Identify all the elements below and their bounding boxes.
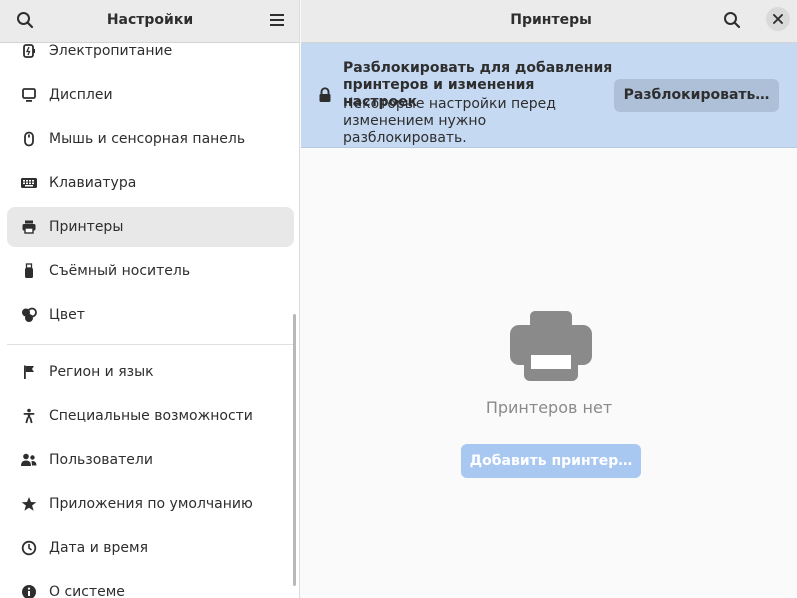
- star-icon: [20, 495, 38, 513]
- sidebar-item-label: Дисплеи: [49, 87, 113, 103]
- clock-icon: [20, 539, 38, 557]
- sidebar-item-label: Клавиатура: [49, 175, 137, 191]
- empty-state-label: Принтеров нет: [485, 398, 613, 417]
- sidebar-item-label: О системе: [49, 584, 125, 598]
- sidebar: Настройки Электропитание Дисплеи Мышь и …: [0, 0, 300, 598]
- unlock-button[interactable]: Разблокировать…: [614, 79, 779, 112]
- search-icon[interactable]: [718, 6, 746, 34]
- sidebar-item-printers[interactable]: Принтеры: [7, 207, 294, 247]
- sidebar-item-color[interactable]: Цвет: [7, 295, 294, 335]
- unlock-banner: Разблокировать для добавления принтеров …: [301, 43, 797, 148]
- sidebar-item-users[interactable]: Пользователи: [7, 440, 294, 480]
- mouse-icon: [20, 130, 38, 148]
- sidebar-item-label: Принтеры: [49, 219, 124, 235]
- page-title: Принтеры: [510, 12, 592, 28]
- printer-icon: [20, 218, 38, 236]
- accessibility-icon: [20, 407, 38, 425]
- main-header: Принтеры: [301, 0, 797, 43]
- sidebar-item-region-language[interactable]: Регион и язык: [7, 352, 294, 392]
- sidebar-item-keyboard[interactable]: Клавиатура: [7, 163, 294, 203]
- sidebar-item-label: Мышь и сенсорная панель: [49, 131, 246, 147]
- sidebar-item-default-apps[interactable]: Приложения по умолчанию: [7, 484, 294, 524]
- sidebar-item-power[interactable]: Электропитание: [7, 31, 294, 71]
- sidebar-item-label: Пользователи: [49, 452, 153, 468]
- main-panel: Принтеры Разблокировать для добавления п…: [301, 0, 797, 598]
- lock-icon: [319, 87, 331, 102]
- printer-icon: [510, 311, 592, 381]
- sidebar-item-removable-media[interactable]: Съёмный носитель: [7, 251, 294, 291]
- search-icon[interactable]: [11, 6, 39, 34]
- sidebar-item-label: Съёмный носитель: [49, 263, 191, 279]
- sidebar-item-label: Приложения по умолчанию: [49, 496, 253, 512]
- info-icon: [20, 583, 38, 598]
- sidebar-item-mouse[interactable]: Мышь и сенсорная панель: [7, 119, 294, 159]
- add-printer-button[interactable]: Добавить принтер…: [461, 444, 641, 478]
- sidebar-item-about[interactable]: О системе: [7, 572, 294, 598]
- close-icon[interactable]: [766, 7, 790, 31]
- sidebar-divider: [7, 344, 294, 345]
- power-icon: [20, 42, 38, 60]
- sidebar-item-date-time[interactable]: Дата и время: [7, 528, 294, 568]
- sidebar-item-label: Регион и язык: [49, 364, 154, 380]
- flag-icon: [20, 363, 38, 381]
- color-icon: [20, 306, 38, 324]
- empty-state: Принтеров нет Добавить принтер…: [301, 148, 797, 598]
- sidebar-item-label: Электропитание: [49, 43, 173, 59]
- sidebar-item-displays[interactable]: Дисплеи: [7, 75, 294, 115]
- sidebar-scrollbar[interactable]: [293, 314, 296, 586]
- display-icon: [20, 86, 38, 104]
- sidebar-item-label: Цвет: [49, 307, 85, 323]
- banner-description: Некоторые настройки перед изменением нуж…: [343, 96, 556, 146]
- usb-icon: [20, 262, 38, 280]
- users-icon: [20, 451, 38, 469]
- hamburger-menu-icon[interactable]: [263, 6, 291, 34]
- keyboard-icon: [20, 174, 38, 192]
- sidebar-item-label: Дата и время: [49, 540, 148, 556]
- sidebar-item-accessibility[interactable]: Специальные возможности: [7, 396, 294, 436]
- sidebar-item-label: Специальные возможности: [49, 408, 253, 424]
